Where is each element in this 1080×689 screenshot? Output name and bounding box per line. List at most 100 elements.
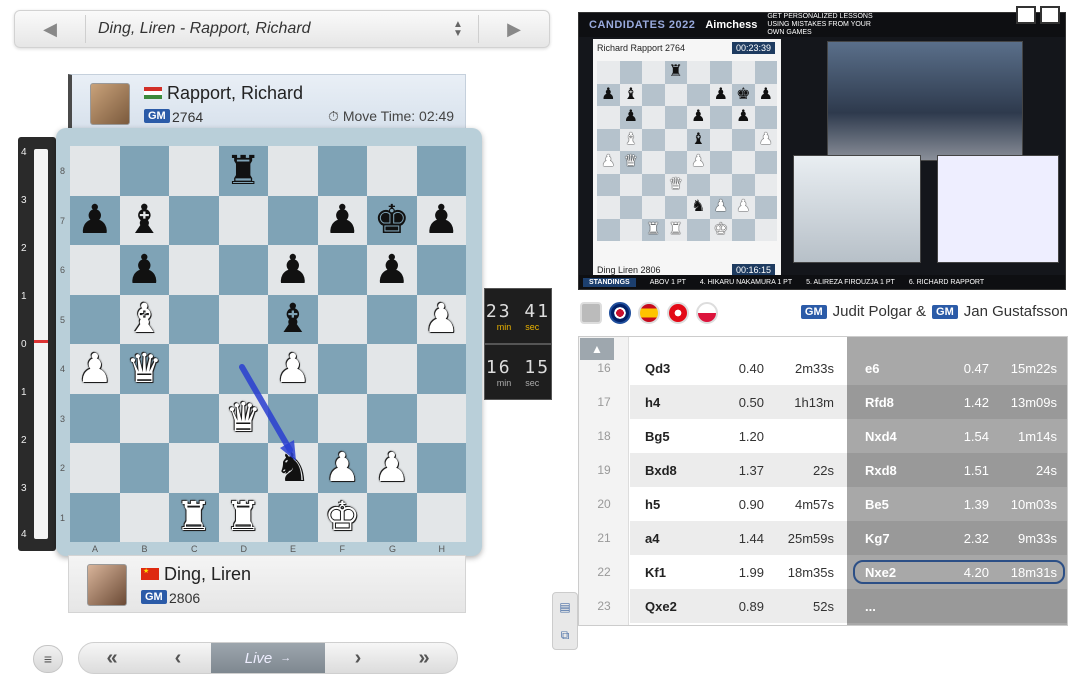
white-rook-icon[interactable]: ♜	[176, 497, 212, 537]
square-h4[interactable]	[416, 344, 466, 394]
white-pawn-icon[interactable]: ♟	[275, 349, 311, 389]
black-bishop-icon[interactable]: ♝	[275, 299, 311, 339]
black-pawn-icon[interactable]: ♟	[126, 250, 162, 290]
chessboard[interactable]: ♜ ♟ ♝ ♟ ♚ ♟ ♟ ♟ ♟ ♝ ♝ ♟ ♟ ♛ ♟ ♛ ♞ ♟ ♟ ♜ ♜ ♚	[70, 146, 466, 542]
white-pawn-icon[interactable]: ♟	[423, 299, 459, 339]
next-move-button[interactable]: ›	[325, 647, 391, 670]
square-d7[interactable]	[218, 195, 268, 245]
black-move[interactable]: Be5	[865, 497, 889, 512]
prev-move-button[interactable]: ‹	[145, 647, 211, 670]
game-title[interactable]: Ding, Liren - Rapport, Richard	[86, 20, 438, 38]
black-pawn-icon[interactable]: ♟	[374, 250, 410, 290]
square-d1[interactable]: ♜	[218, 492, 268, 542]
square-h6[interactable]	[416, 245, 466, 295]
square-c2[interactable]	[169, 443, 219, 493]
black-pawn-icon[interactable]: ♟	[275, 250, 311, 290]
black-bishop-icon[interactable]: ♝	[126, 200, 162, 240]
notation-icon[interactable]: ▤	[553, 593, 577, 621]
square-f7[interactable]: ♟	[317, 195, 367, 245]
white-move[interactable]: h5	[645, 497, 660, 512]
square-g3[interactable]	[367, 393, 417, 443]
square-f1[interactable]: ♚	[317, 492, 367, 542]
square-g2[interactable]: ♟	[367, 443, 417, 493]
square-b6[interactable]: ♟	[119, 245, 169, 295]
square-d3[interactable]: ♛	[218, 393, 268, 443]
square-e8[interactable]	[268, 146, 318, 196]
square-a6[interactable]	[70, 245, 120, 295]
square-g7[interactable]: ♚	[367, 195, 417, 245]
square-b7[interactable]: ♝	[119, 195, 169, 245]
square-b8[interactable]	[119, 146, 169, 196]
square-g8[interactable]	[367, 146, 417, 196]
square-g6[interactable]: ♟	[367, 245, 417, 295]
square-c4[interactable]	[169, 344, 219, 394]
menu-button[interactable]: ≡	[33, 645, 63, 673]
white-rook-icon[interactable]: ♜	[225, 497, 261, 537]
black-pawn-icon[interactable]: ♟	[77, 200, 113, 240]
square-h7[interactable]: ♟	[416, 195, 466, 245]
square-a8[interactable]	[70, 146, 120, 196]
square-b5[interactable]: ♝	[119, 294, 169, 344]
square-f3[interactable]	[317, 393, 367, 443]
square-e4[interactable]: ♟	[268, 344, 318, 394]
headset-icon[interactable]	[580, 302, 602, 324]
square-g1[interactable]	[367, 492, 417, 542]
square-d4[interactable]	[218, 344, 268, 394]
square-a7[interactable]: ♟	[70, 195, 120, 245]
square-e6[interactable]: ♟	[268, 245, 318, 295]
black-move[interactable]: Nxd4	[865, 429, 897, 444]
square-h8[interactable]	[416, 146, 466, 196]
black-king-icon[interactable]: ♚	[374, 200, 410, 240]
white-move[interactable]: Qxe2	[645, 599, 677, 614]
white-pawn-icon[interactable]: ♟	[324, 448, 360, 488]
black-pawn-icon[interactable]: ♟	[423, 200, 459, 240]
square-h3[interactable]	[416, 393, 466, 443]
square-c8[interactable]	[169, 146, 219, 196]
square-h2[interactable]	[416, 443, 466, 493]
black-rook-icon[interactable]: ♜	[225, 151, 261, 191]
square-c5[interactable]	[169, 294, 219, 344]
prev-game-button[interactable]: ◀	[15, 11, 85, 47]
black-move[interactable]: Rfd8	[865, 395, 894, 410]
white-move[interactable]: Bxd8	[645, 463, 677, 478]
square-f8[interactable]	[317, 146, 367, 196]
square-c6[interactable]	[169, 245, 219, 295]
english-flag-icon[interactable]	[609, 302, 631, 324]
turkish-flag-icon[interactable]	[667, 302, 689, 324]
black-knight-icon[interactable]: ♞	[275, 448, 311, 488]
polish-flag-icon[interactable]	[696, 302, 718, 324]
white-queen-icon[interactable]: ♛	[225, 398, 261, 438]
square-f4[interactable]	[317, 344, 367, 394]
link-icon[interactable]: ⧉	[553, 621, 577, 649]
black-move[interactable]: e6	[865, 361, 879, 376]
black-move[interactable]: Kg7	[865, 531, 890, 546]
spanish-flag-icon[interactable]	[638, 302, 660, 324]
popout-icon[interactable]	[1016, 6, 1036, 24]
white-move[interactable]: h4	[645, 395, 660, 410]
white-move[interactable]: a4	[645, 531, 659, 546]
black-move[interactable]: ...	[865, 599, 876, 614]
square-a3[interactable]	[70, 393, 120, 443]
white-move[interactable]: Qd3	[645, 361, 670, 376]
white-move[interactable]: Bg5	[645, 429, 670, 444]
square-b4[interactable]: ♛	[119, 344, 169, 394]
square-f5[interactable]	[317, 294, 367, 344]
square-a4[interactable]: ♟	[70, 344, 120, 394]
game-dropdown-icon[interactable]: ▲ ▼	[438, 20, 478, 39]
square-f6[interactable]	[317, 245, 367, 295]
white-pawn-icon[interactable]: ♟	[374, 448, 410, 488]
square-e5[interactable]: ♝	[268, 294, 318, 344]
white-king-icon[interactable]: ♚	[324, 497, 360, 537]
square-a2[interactable]	[70, 443, 120, 493]
black-move[interactable]: Rxd8	[865, 463, 897, 478]
minimize-icon[interactable]	[1040, 6, 1060, 24]
scroll-up-button[interactable]: ▲	[580, 338, 614, 360]
video-stream[interactable]: CANDIDATES 2022 Aimchess GET PERSONALIZE…	[578, 12, 1066, 290]
square-b1[interactable]	[119, 492, 169, 542]
square-h1[interactable]	[416, 492, 466, 542]
first-move-button[interactable]: «	[79, 647, 145, 670]
square-e2[interactable]: ♞	[268, 443, 318, 493]
square-g4[interactable]	[367, 344, 417, 394]
black-move[interactable]: Nxe2	[865, 565, 896, 580]
black-pawn-icon[interactable]: ♟	[324, 200, 360, 240]
